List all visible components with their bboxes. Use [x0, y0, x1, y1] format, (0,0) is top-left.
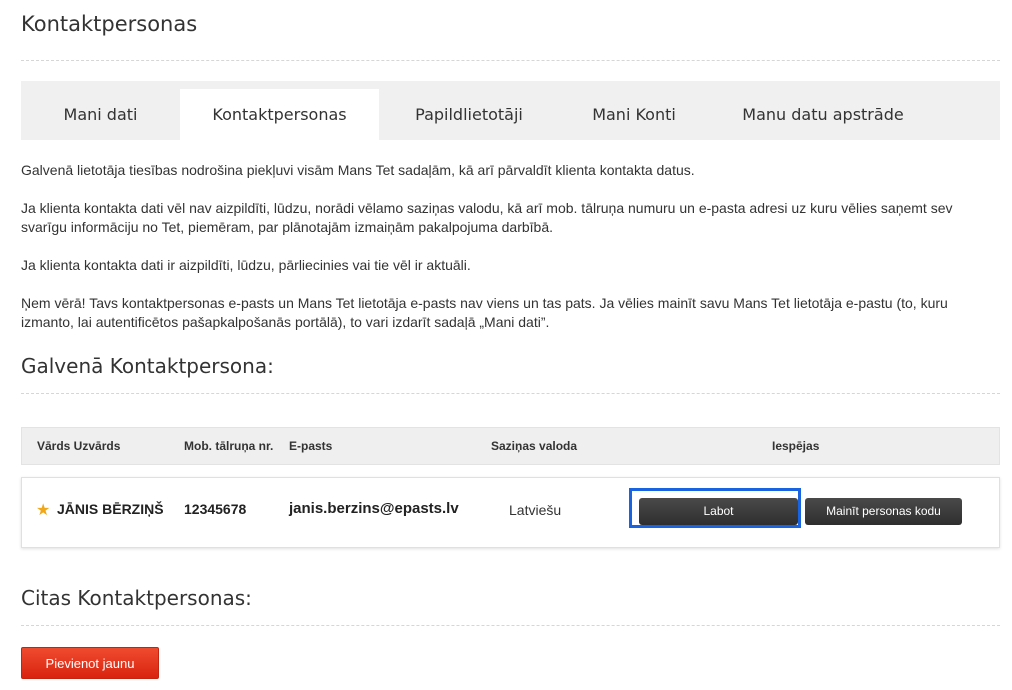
main-contact-title: Galvenā Kontaktpersona:	[21, 354, 274, 378]
star-icon: ★	[36, 502, 51, 519]
tab-kontaktpersonas[interactable]: Kontaktpersonas	[180, 89, 379, 140]
tab-mani-konti[interactable]: Mani Konti	[559, 89, 709, 140]
page-title: Kontaktpersonas	[21, 12, 198, 36]
intro-paragraph-4: Ņem vērā! Tavs kontaktpersonas e-pasts u…	[21, 295, 948, 330]
column-header-language: Saziņas valoda	[491, 439, 578, 453]
intro-paragraph-3: Ja klienta kontakta dati ir aizpildīti, …	[21, 257, 471, 273]
column-header-name: Vārds Uzvārds	[37, 439, 121, 453]
add-new-button[interactable]: Pievienot jaunu	[21, 647, 159, 679]
change-personal-code-button[interactable]: Mainīt personas kodu	[805, 498, 962, 525]
column-header-options: Iespējas	[772, 439, 820, 453]
column-header-phone: Mob. tālruņa nr.	[184, 439, 274, 453]
contact-phone: 12345678	[184, 501, 247, 517]
tab-bar: Mani dati Kontaktpersonas Papildlietotāj…	[21, 81, 1000, 140]
edit-button[interactable]: Labot	[639, 498, 798, 525]
contact-email: janis.berzins@epasts.lv	[289, 500, 459, 517]
intro-paragraph-1: Galvenā lietotāja tiesības nodrošina pie…	[21, 162, 695, 178]
tab-mani-dati[interactable]: Mani dati	[21, 89, 180, 140]
column-header-email: E-pasts	[289, 439, 333, 453]
divider	[21, 393, 1000, 394]
tab-manu-datu-apstrade[interactable]: Manu datu apstrāde	[709, 89, 937, 140]
other-contacts-title: Citas Kontaktpersonas:	[21, 586, 252, 610]
tab-papildlietotaji[interactable]: Papildlietotāji	[379, 89, 559, 140]
contact-name: JĀNIS BĒRZIŅŠ	[57, 501, 164, 517]
contact-language: Latviešu	[509, 502, 562, 518]
divider	[21, 625, 1000, 626]
intro-paragraph-2: Ja klienta kontakta dati vēl nav aizpild…	[21, 200, 953, 235]
divider	[21, 60, 1000, 61]
contacts-table-header: Vārds Uzvārds Mob. tālruņa nr. E-pasts S…	[21, 427, 1000, 465]
